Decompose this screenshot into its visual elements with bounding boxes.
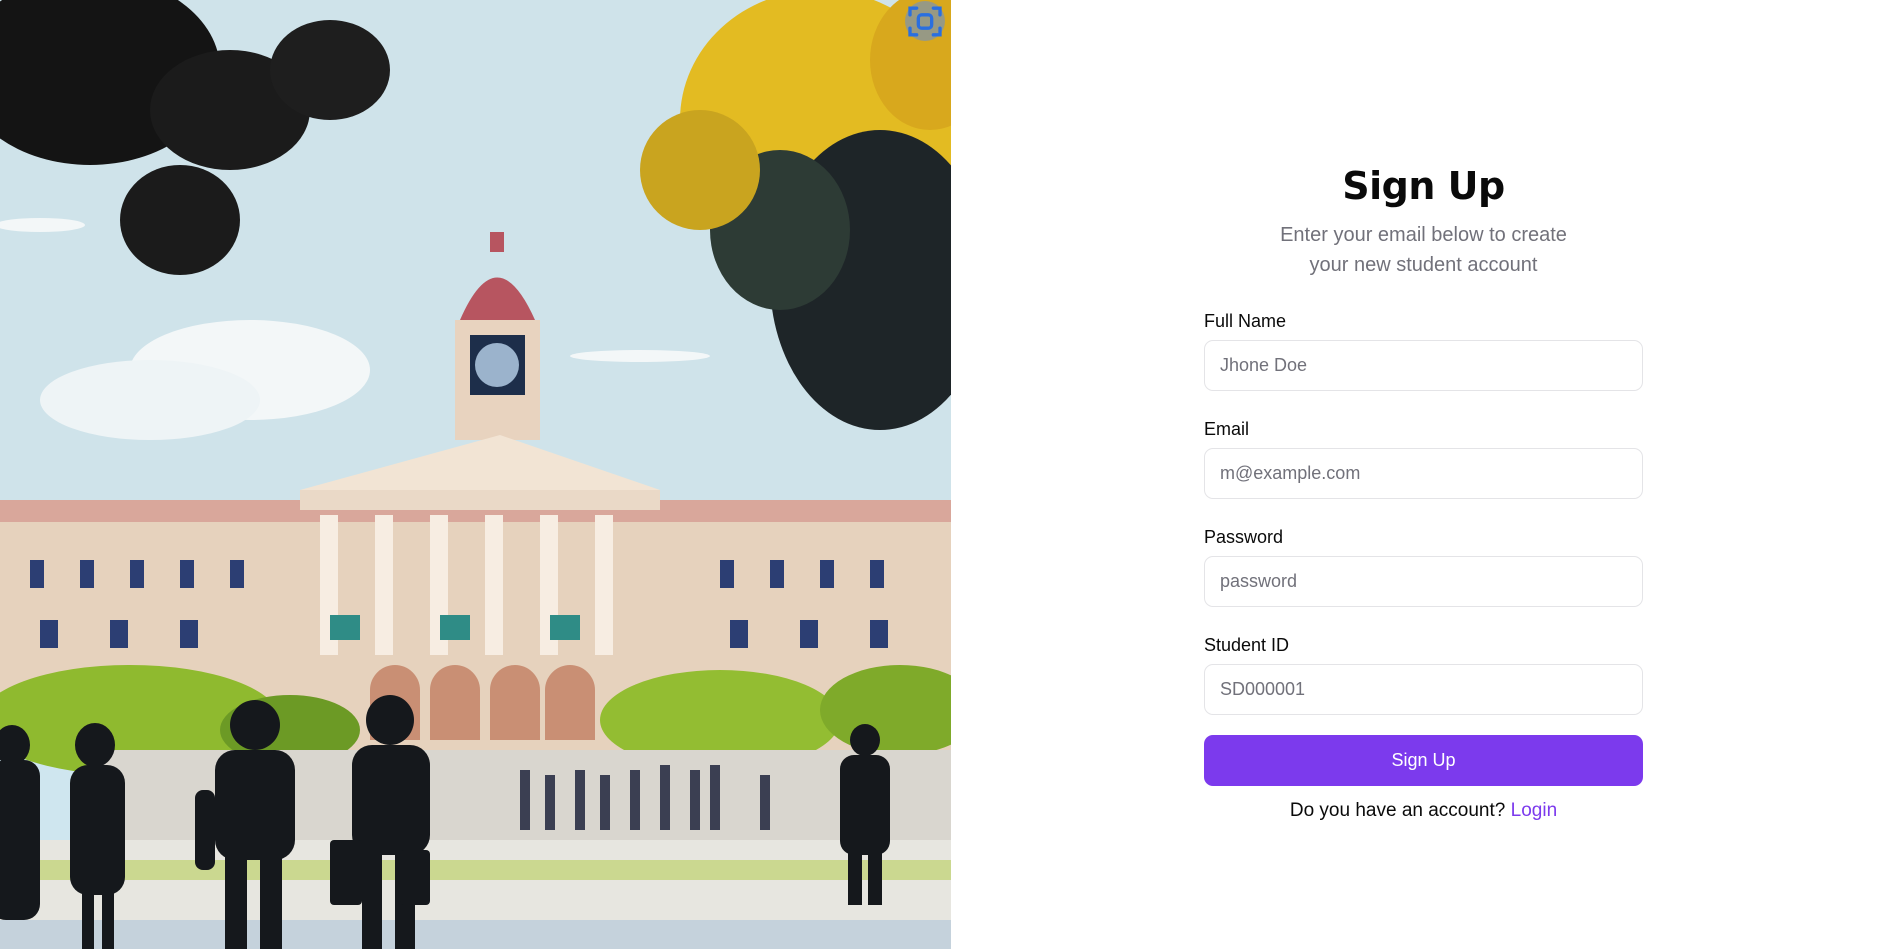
full-name-label: Full Name	[1204, 311, 1287, 331]
signup-panel: Sign Up Enter your email below to create…	[951, 0, 1897, 949]
password-input[interactable]	[1204, 556, 1643, 607]
login-prompt-text: Do you have an account?	[1289, 800, 1506, 821]
full-name-group: Full Name	[1204, 310, 1643, 391]
campus-scene-image	[0, 0, 951, 949]
login-link[interactable]: Login	[1511, 800, 1558, 821]
student-id-label: Student ID	[1204, 635, 1290, 655]
page-subtitle: Enter your email below to create your ne…	[1280, 224, 1567, 276]
email-group: Email	[1204, 418, 1643, 499]
email-input[interactable]	[1204, 448, 1643, 499]
page-title: Sign Up	[1342, 164, 1505, 208]
login-prompt: Do you have an account? Login	[1204, 800, 1643, 822]
password-label: Password	[1204, 527, 1284, 547]
email-label: Email	[1204, 419, 1250, 439]
password-group: Password	[1204, 526, 1643, 607]
image-scan-button[interactable]	[905, 1, 945, 41]
scan-focus-icon	[908, 6, 942, 36]
student-id-group: Student ID	[1204, 634, 1643, 715]
student-id-input[interactable]	[1204, 664, 1643, 715]
campus-illustration	[0, 0, 951, 949]
signup-form: Sign Up Enter your email below to create…	[1204, 160, 1643, 786]
full-name-input[interactable]	[1204, 340, 1643, 391]
signup-button[interactable]: Sign Up	[1204, 735, 1643, 786]
